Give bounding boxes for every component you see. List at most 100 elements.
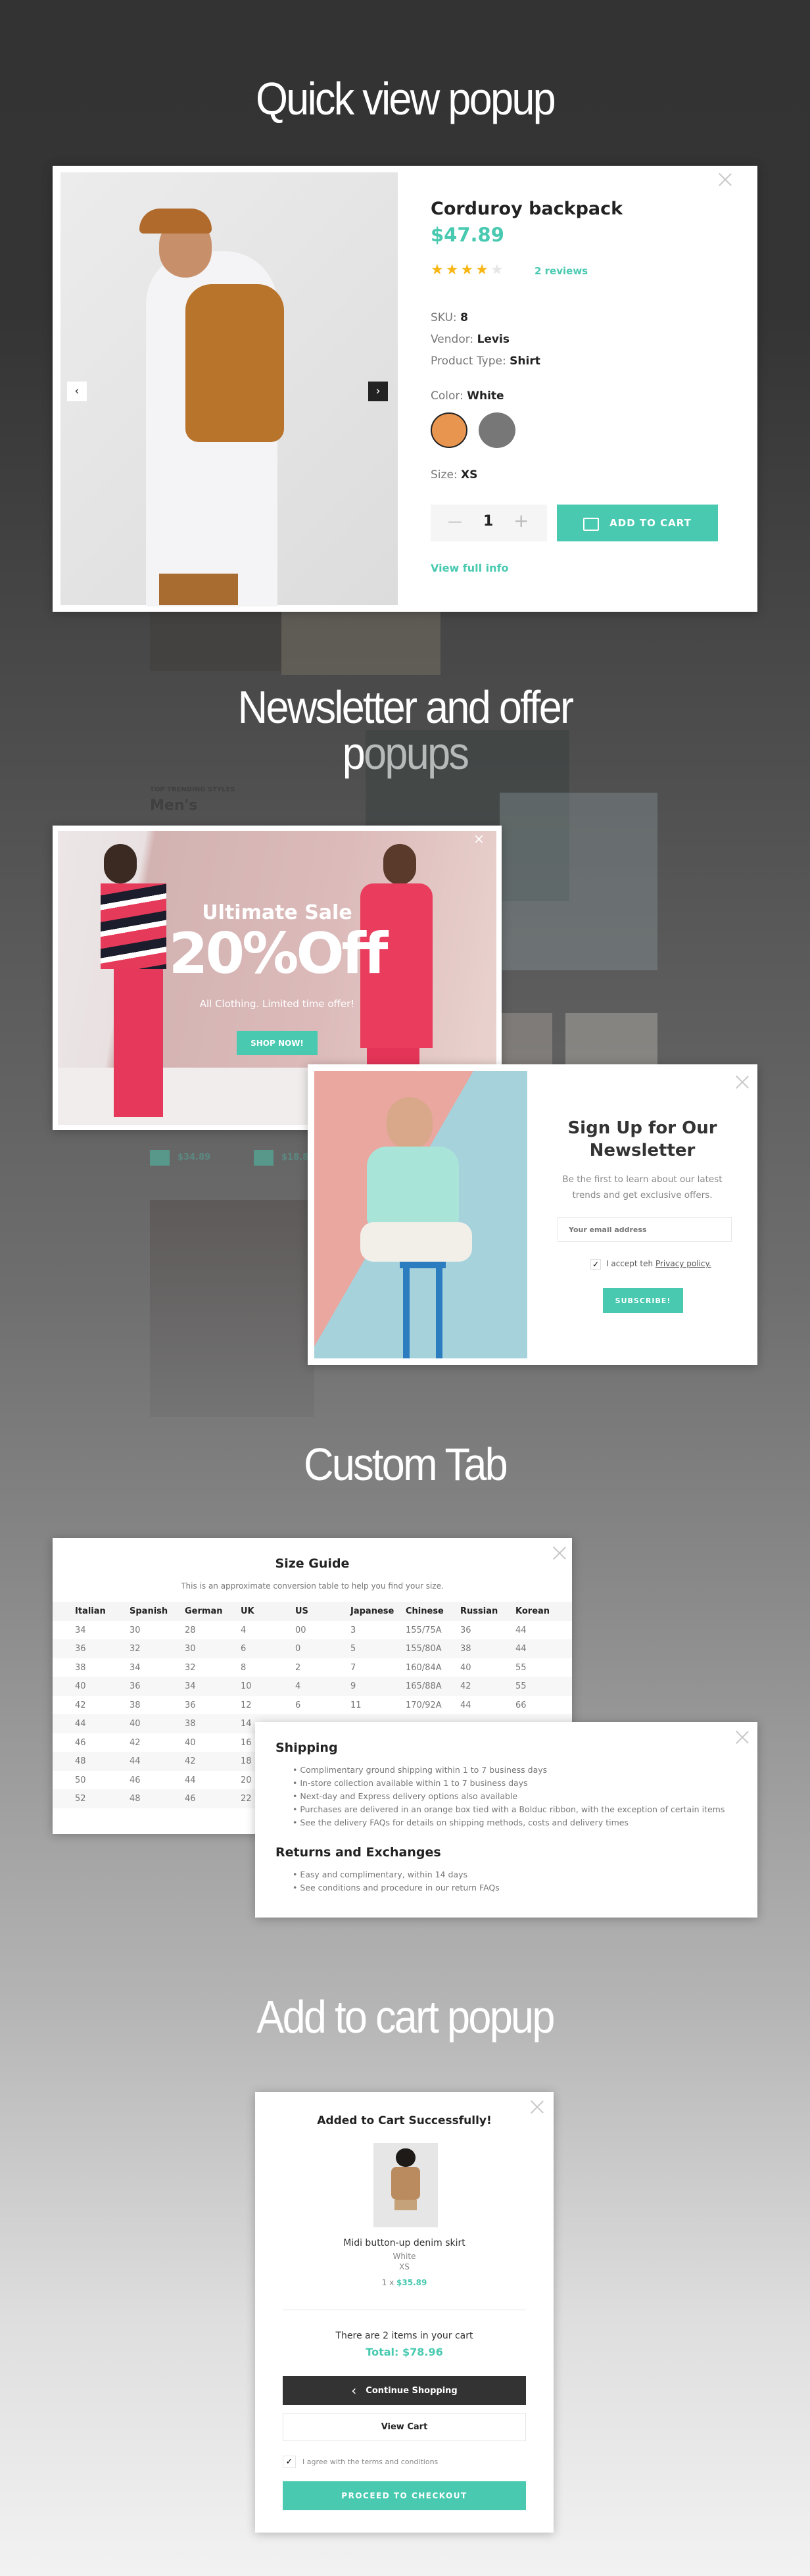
table-cell: 66 [515, 1700, 527, 1710]
bg-eyebrow: TOP TRENDING STYLES [150, 786, 235, 793]
continue-shopping-button[interactable]: ‹ Continue Shopping [283, 2376, 526, 2405]
cart-line-price: 1 x $35.89 [255, 2278, 554, 2287]
product-title: Corduroy backpack [431, 199, 623, 219]
model-left-pants [114, 969, 163, 1117]
next-image-button[interactable]: › [368, 382, 388, 401]
unit-price: $35.89 [396, 2278, 427, 2287]
table-cell: 5 [350, 1644, 356, 1654]
table-cell: 44 [460, 1700, 471, 1710]
view-cart-button[interactable]: View Cart [283, 2413, 526, 2441]
bg-price: $34.89 [178, 1152, 211, 1162]
table-cell: 42 [460, 1681, 471, 1691]
table-cell: 34 [185, 1681, 196, 1691]
model-head [387, 1097, 433, 1150]
table-cell: 3 [350, 1625, 356, 1635]
table-cell: 30 [185, 1644, 196, 1654]
table-cell: 155/80A [406, 1644, 442, 1654]
table-cell: 50 [75, 1775, 86, 1785]
table-row: 34 30 28 4 00 3 155/75A 36 44 [53, 1621, 572, 1640]
table-cell: 155/75A [406, 1625, 442, 1635]
view-full-info-link[interactable]: View full info [431, 562, 509, 574]
swatch-grey[interactable] [479, 412, 515, 448]
product-image: ‹ › [60, 172, 398, 607]
close-icon[interactable] [735, 1730, 750, 1745]
star-icon: ★ [475, 262, 490, 278]
privacy-policy-link[interactable]: Privacy policy. [655, 1259, 711, 1268]
bg-product-image [150, 1200, 314, 1417]
column-header: Spanish [130, 1606, 168, 1616]
backpack [185, 284, 284, 442]
offer-discount: 20%Off [168, 921, 389, 987]
table-row: 38 34 32 8 2 7 160/84A 40 55 [53, 1658, 572, 1677]
minus-icon[interactable]: — [448, 514, 462, 530]
table-cell: 46 [185, 1794, 196, 1804]
newsletter-description: Be the first to learn about our latest t… [527, 1172, 757, 1203]
stool-seat [400, 1262, 446, 1268]
table-row: 40 36 34 10 4 9 165/88A 42 55 [53, 1677, 572, 1696]
newsletter-popup: Sign Up for Our Newsletter Be the first … [308, 1064, 757, 1365]
bg-heading: Men's [150, 797, 198, 814]
reviews-link[interactable]: 2 reviews [535, 265, 588, 277]
sku-label: SKU: [431, 311, 457, 324]
prev-image-button[interactable]: ‹ [67, 382, 87, 401]
section-title-add-to-cart: Add to cart popup [256, 1991, 555, 2043]
table-cell: 52 [75, 1794, 86, 1804]
table-cell: 55 [515, 1662, 527, 1673]
returns-list: Easy and complimentary, within 14 days S… [293, 1868, 500, 1895]
privacy-checkbox[interactable]: ✓ [590, 1259, 601, 1270]
close-icon[interactable] [735, 1075, 750, 1089]
table-cell: 18 [241, 1756, 252, 1766]
quantity-value[interactable]: 1 [483, 513, 493, 530]
add-to-cart-label: ADD TO CART [609, 517, 692, 529]
proceed-to-checkout-button[interactable]: PROCEED TO CHECKOUT [283, 2481, 526, 2510]
bg-cart-icon [150, 1150, 170, 1166]
quantity-stepper[interactable]: — 1 + [431, 505, 547, 541]
table-cell: 40 [460, 1662, 471, 1673]
cart-total: Total: $78.96 [366, 2346, 443, 2358]
swatch-orange[interactable] [431, 412, 467, 448]
add-to-cart-button[interactable]: ADD TO CART [557, 505, 718, 541]
column-header: Korean [515, 1606, 550, 1616]
table-cell: 42 [130, 1737, 141, 1748]
section-title-quick-view: Quick view popup [255, 73, 556, 124]
list-item: Complimentary ground shipping within 1 t… [293, 1764, 725, 1777]
email-input[interactable] [558, 1217, 732, 1242]
table-cell: 32 [130, 1644, 141, 1654]
table-cell: 34 [75, 1625, 86, 1635]
table-cell: 36 [460, 1625, 471, 1635]
newsletter-title-line2: Newsletter [589, 1141, 696, 1160]
table-cell: 11 [350, 1700, 362, 1710]
close-icon[interactable] [718, 172, 732, 187]
section-title-custom-tab: Custom Tab [304, 1439, 508, 1490]
stool-leg [403, 1268, 410, 1358]
table-cell: 42 [185, 1756, 196, 1766]
type-label: Product Type: [431, 355, 506, 368]
star-icon: ★ [445, 262, 461, 278]
color-value: White [467, 389, 504, 403]
size-guide-subtitle: This is an approximate conversion table … [181, 1581, 444, 1591]
cart-items-count: There are 2 items in your cart [335, 2331, 473, 2341]
sku-value: 8 [460, 311, 468, 324]
accept-text: I accept teh [606, 1259, 654, 1268]
bg-product-image [501, 1013, 552, 1064]
list-item: See the delivery FAQs for details on shi… [293, 1816, 725, 1829]
close-icon[interactable]: × [473, 831, 485, 847]
plus-icon[interactable]: + [513, 510, 529, 532]
table-cell: 22 [241, 1794, 252, 1804]
table-cell: 40 [130, 1719, 141, 1729]
model-skirt [394, 2200, 417, 2210]
star-icon: ★ [460, 262, 476, 278]
table-cell: 4 [295, 1681, 301, 1691]
terms-checkbox[interactable]: ✓ [283, 2456, 296, 2468]
bg-product-image [150, 612, 281, 671]
qty-prefix: 1 x [381, 2278, 394, 2287]
table-cell: 44 [515, 1644, 527, 1654]
offer-subtitle: All Clothing. Limited time offer! [199, 998, 355, 1010]
shop-now-button[interactable]: SHOP NOW! [237, 1031, 318, 1055]
column-header: Japanese [350, 1606, 394, 1616]
table-row: 42 38 36 12 6 11 170/92A 44 66 [53, 1696, 572, 1715]
table-cell: 00 [295, 1625, 306, 1635]
list-item: Easy and complimentary, within 14 days [293, 1868, 500, 1881]
close-icon[interactable] [530, 2100, 544, 2114]
subscribe-button[interactable]: SUBSCRIBE! [603, 1288, 683, 1313]
